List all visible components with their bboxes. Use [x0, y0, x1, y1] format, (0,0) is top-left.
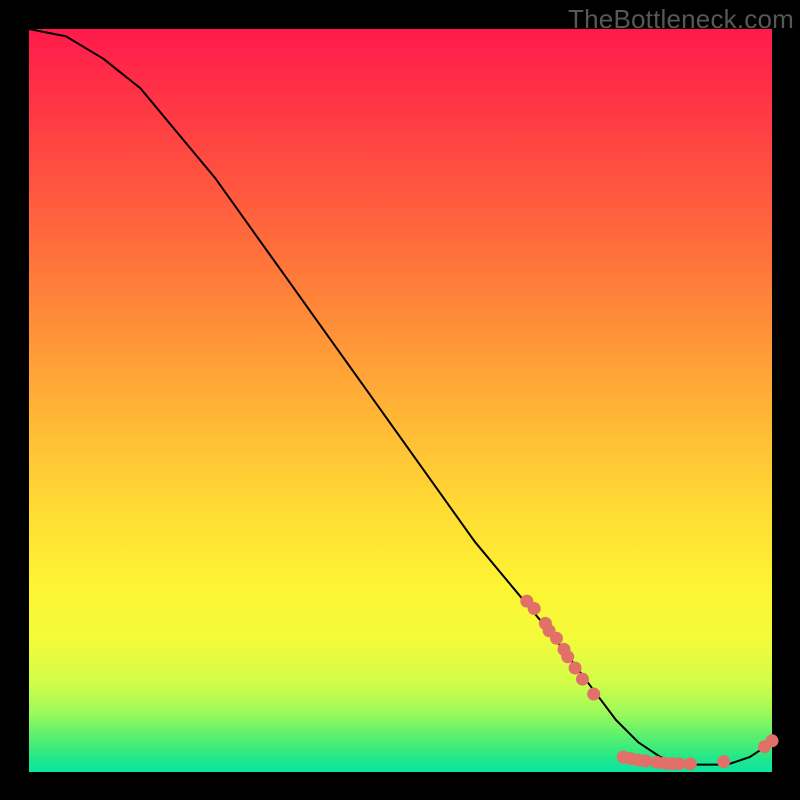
data-marker: [766, 734, 779, 747]
chart-svg: [29, 29, 772, 772]
data-marker: [587, 688, 600, 701]
watermark-text: TheBottleneck.com: [568, 4, 794, 35]
data-marker: [561, 650, 574, 663]
marker-group: [520, 595, 778, 771]
bottleneck-curve: [29, 29, 772, 765]
data-marker: [684, 757, 697, 770]
data-marker: [528, 602, 541, 615]
data-marker: [569, 662, 582, 675]
data-marker: [673, 757, 686, 770]
data-marker: [550, 632, 563, 645]
data-marker: [717, 755, 730, 768]
data-marker: [639, 754, 652, 767]
data-marker: [576, 673, 589, 686]
chart-frame: TheBottleneck.com: [0, 0, 800, 800]
plot-area: [29, 29, 772, 772]
